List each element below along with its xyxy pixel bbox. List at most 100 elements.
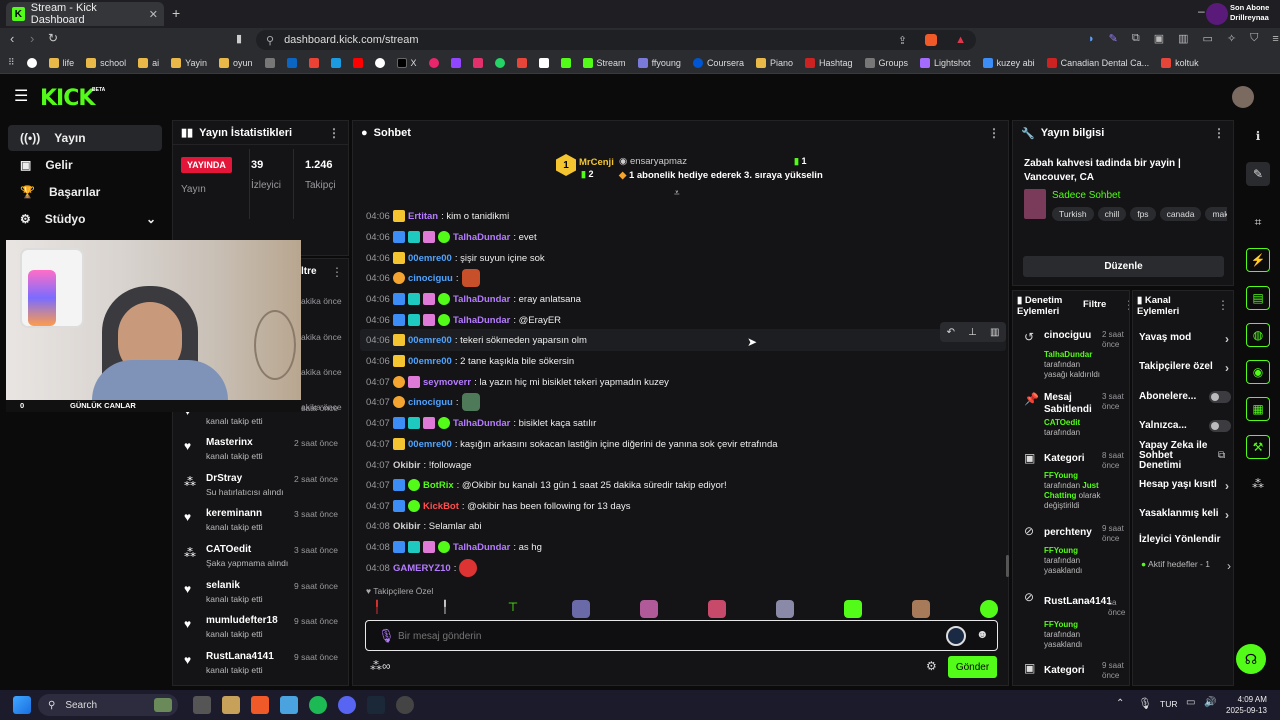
chat-message[interactable]: 04:06 TalhaDundar: @ErayER: [366, 311, 561, 329]
sidebar-toggle-icon[interactable]: ▥: [1178, 32, 1188, 45]
bookmark-icon-b[interactable]: [330, 57, 341, 68]
chat-message[interactable]: 04:07 00emre00: kaşığın arkasını sokacan …: [366, 435, 778, 453]
sidebar-item-basarilar[interactable]: 🏆 Başarılar: [8, 179, 162, 205]
taskbar-search[interactable]: ⚲ Search: [38, 694, 178, 716]
chat-message[interactable]: 04:07 seymoverr: la yazın hiç mi bisiklet…: [366, 373, 669, 391]
bookmark-life[interactable]: life: [48, 57, 74, 68]
kick-logo[interactable]: KICK: [40, 86, 95, 111]
moderation-filter[interactable]: Filtre: [1083, 299, 1106, 310]
instagram-icon[interactable]: [472, 57, 483, 68]
emotes-only-toggle[interactable]: [1209, 420, 1231, 432]
bookmark-icon[interactable]: ▮: [236, 32, 242, 45]
spotify-icon[interactable]: [309, 696, 327, 714]
more-options-icon[interactable]: ⋮: [328, 126, 340, 140]
emote-icon[interactable]: [912, 600, 930, 618]
gmail-icon[interactable]: [308, 57, 319, 68]
apps-grid-icon[interactable]: ⠿: [8, 57, 15, 68]
pin-icon[interactable]: ⊥: [968, 327, 977, 338]
subscribers-only-toggle[interactable]: [1209, 391, 1231, 403]
bookmark-hashtag[interactable]: Hashtag: [804, 57, 853, 68]
sidebar-item-yayin[interactable]: ((•)) Yayın: [8, 125, 162, 151]
layout-icon[interactable]: ▦: [1246, 397, 1270, 421]
chat-message[interactable]: 04:06 00emre00: 2 tane kaşıkla bile söker…: [366, 352, 574, 370]
kick-bookmark-icon[interactable]: [560, 57, 571, 68]
delete-icon[interactable]: ▥: [990, 327, 999, 338]
extension-1-icon[interactable]: ◗: [1088, 33, 1095, 45]
ai-assist-icon[interactable]: [946, 626, 966, 646]
extension-4-icon[interactable]: ▣: [1154, 32, 1164, 45]
channel-controls-more-icon[interactable]: ⋮: [1217, 298, 1229, 312]
emote-icon[interactable]: [776, 600, 794, 618]
brave-taskbar-icon[interactable]: [251, 696, 269, 714]
crop-icon[interactable]: ⌗: [1246, 210, 1270, 234]
windows-start-icon[interactable]: [13, 696, 31, 714]
chat-more-icon[interactable]: ⋮: [988, 126, 1000, 140]
control-emotes-only[interactable]: Yalnızca...: [1139, 420, 1233, 434]
control-ai-moderation[interactable]: Yapay Zeka ile Sohbet Denetimi: [1139, 441, 1217, 471]
twitch-icon[interactable]: [450, 57, 461, 68]
stream-info-more-icon[interactable]: ⋮: [1213, 126, 1225, 140]
bookmark-icon-c[interactable]: [374, 57, 385, 68]
bookmark-x[interactable]: X: [396, 57, 417, 68]
hamburger-menu-icon[interactable]: ☰: [14, 86, 28, 106]
apps-icon[interactable]: ⁂: [1246, 472, 1270, 496]
minimize-icon[interactable]: –: [1198, 4, 1205, 18]
bookmark-icon-a[interactable]: [264, 57, 275, 68]
chat-message[interactable]: 04:07 cinociguu:: [366, 393, 480, 411]
chat-settings-icon[interactable]: ⚙: [926, 659, 937, 673]
emote-icon[interactable]: [640, 600, 658, 618]
brave-shield-icon[interactable]: [925, 34, 938, 46]
emoji-icon[interactable]: ☻: [976, 627, 989, 641]
vpn-icon[interactable]: ⛉: [1250, 32, 1258, 45]
external-link-icon[interactable]: ⧉: [1218, 450, 1225, 461]
user-avatar[interactable]: [1232, 86, 1254, 108]
emote-icon[interactable]: ╿: [436, 600, 454, 618]
chat-message[interactable]: 04:06 00emre00: tekeri sökmeden yaparsın …: [366, 331, 587, 349]
control-slow-mode[interactable]: Yavaş mod ›: [1139, 332, 1233, 346]
bookmark-lightshot[interactable]: Lightshot: [920, 57, 971, 68]
emote-icon[interactable]: ╿: [368, 600, 386, 618]
chat-message[interactable]: 04:06 00emre00: şişir suyun içine sok: [366, 249, 545, 267]
chat-message[interactable]: 04:07 KickBot: @okibir has been following…: [366, 497, 631, 515]
bookmark-ai[interactable]: ai: [138, 57, 159, 68]
tray-mic-icon[interactable]: 🎙: [1138, 697, 1152, 710]
reply-icon[interactable]: ↶: [947, 327, 955, 338]
microphone-icon[interactable]: 🎙: [378, 628, 395, 644]
bookmark-ffyoung[interactable]: ffyoung: [637, 57, 681, 68]
google-icon[interactable]: [26, 57, 37, 68]
network-icon[interactable]: ▭: [1186, 697, 1195, 708]
chat-message[interactable]: 04:08 Okibir: Selamlar abi: [366, 517, 482, 535]
emote-icon[interactable]: ⊤: [504, 600, 522, 618]
bookmark-coursera[interactable]: Coursera: [692, 57, 744, 68]
forward-icon[interactable]: ›: [30, 31, 34, 46]
control-subscribers-only[interactable]: Abonelere...: [1139, 391, 1233, 405]
bookmark-school[interactable]: school: [86, 57, 126, 68]
share-icon[interactable]: ⇪: [898, 34, 907, 47]
menu-icon[interactable]: ≡: [1272, 33, 1278, 45]
control-followers-only[interactable]: Takipçilere özel ›: [1139, 361, 1233, 375]
extension-2-icon[interactable]: ✎: [1109, 32, 1118, 45]
bookmark-dental[interactable]: Canadian Dental Ca...: [1046, 57, 1149, 68]
task-view-icon[interactable]: [193, 696, 211, 714]
bookmark-icon-f[interactable]: [538, 57, 549, 68]
broadcast-signal-icon[interactable]: ◉: [1246, 360, 1270, 384]
control-banned-words[interactable]: Yasaklanmış keli ›: [1139, 508, 1233, 522]
linkedin-icon[interactable]: [286, 57, 297, 68]
tray-chevron-icon[interactable]: ⌃: [1116, 698, 1124, 709]
pinned-user[interactable]: ensaryapmaz: [630, 156, 687, 167]
send-button[interactable]: Gönder: [948, 656, 997, 678]
emote-icon[interactable]: [844, 600, 862, 618]
bookmark-piano[interactable]: Piano: [755, 57, 793, 68]
bookmark-groups[interactable]: Groups: [864, 57, 908, 68]
emote-icon[interactable]: [980, 600, 998, 618]
sidebar-item-studyo[interactable]: ⚙ Stüdyo ⌄: [8, 206, 162, 232]
discord-icon[interactable]: [338, 696, 356, 714]
info-icon[interactable]: ℹ: [1246, 124, 1270, 148]
bookmark-icon-e[interactable]: [516, 57, 527, 68]
brave-rewards-icon[interactable]: ▲: [955, 34, 966, 46]
chat-message[interactable]: 04:07 Okibir: !followage: [366, 456, 472, 474]
top-gifter-name[interactable]: MrCenji: [579, 157, 614, 168]
document-icon[interactable]: ▤: [1246, 286, 1270, 310]
new-tab-button[interactable]: +: [172, 5, 180, 21]
bolt-icon[interactable]: ⚡: [1246, 248, 1270, 272]
